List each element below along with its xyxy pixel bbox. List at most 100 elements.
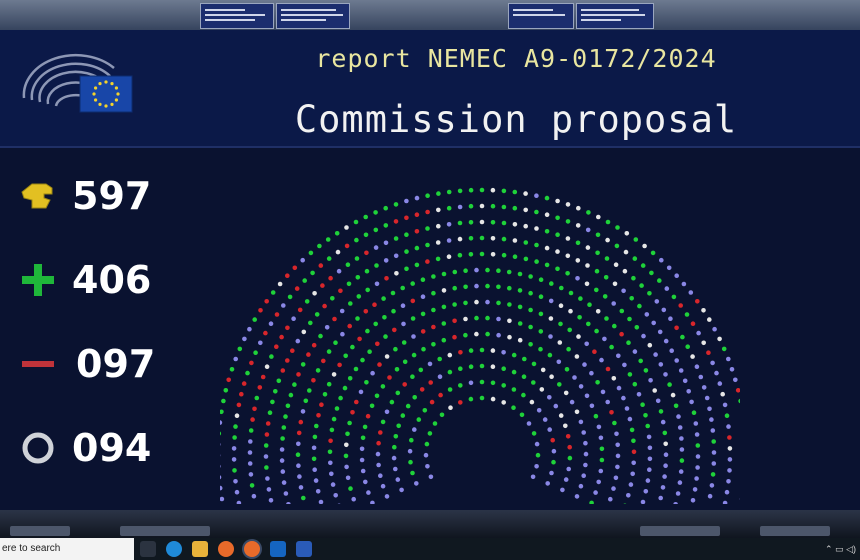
seat-dot xyxy=(329,427,335,433)
seat-dot xyxy=(694,432,700,437)
seat-dot xyxy=(528,307,533,313)
seat-dot xyxy=(695,299,700,304)
seat-dot xyxy=(436,207,441,213)
seat-dot xyxy=(673,502,678,504)
seat-dot xyxy=(383,240,389,246)
seat-dot xyxy=(555,198,560,204)
seat-dot xyxy=(333,340,338,345)
seat-dot xyxy=(501,220,507,226)
seat-dot xyxy=(447,387,453,392)
seat-dot xyxy=(598,435,604,441)
seat-dot xyxy=(220,420,223,425)
seat-dot xyxy=(357,336,362,342)
seat-dot xyxy=(468,203,474,209)
voting-hand-icon xyxy=(21,183,53,209)
seat-dot xyxy=(420,277,426,282)
seat-dot xyxy=(296,372,301,377)
edge-browser-icon[interactable] xyxy=(166,541,182,557)
seat-dot xyxy=(370,370,375,376)
seat-dot xyxy=(463,332,468,338)
seat-dot xyxy=(331,372,337,377)
seat-dot xyxy=(490,252,496,257)
votes-abstain-row: 094 xyxy=(14,422,194,482)
seat-dot xyxy=(468,252,474,257)
seat-dot xyxy=(373,245,379,250)
seat-dot xyxy=(457,188,463,194)
seat-dot xyxy=(315,368,321,373)
seat-dot xyxy=(384,276,389,281)
word-icon[interactable] xyxy=(296,541,312,557)
seat-dot xyxy=(412,395,417,400)
system-tray[interactable]: ⌃ ▭ ◁) xyxy=(825,538,856,560)
seat-dot xyxy=(627,416,633,422)
seat-dot xyxy=(572,375,577,380)
seat-dot xyxy=(274,344,279,349)
seat-dot xyxy=(402,359,408,365)
seat-dot xyxy=(608,496,613,502)
seat-dot xyxy=(381,296,386,301)
file-explorer-icon[interactable] xyxy=(192,541,208,557)
seat-dot xyxy=(663,372,668,377)
seat-dot xyxy=(414,229,420,234)
seat-dot xyxy=(501,366,507,371)
seat-dot xyxy=(326,349,332,354)
seat-dot xyxy=(663,452,669,458)
seat-dot xyxy=(378,473,383,479)
seat-dot xyxy=(501,252,507,258)
seat-dot xyxy=(404,232,409,237)
seat-dot xyxy=(578,419,584,425)
outlook-icon[interactable] xyxy=(270,541,286,557)
seat-dot xyxy=(457,236,463,242)
seat-dot xyxy=(485,299,490,305)
seat-dot xyxy=(669,348,674,353)
seat-dot xyxy=(645,478,651,483)
seat-dot xyxy=(701,340,706,346)
seat-dot xyxy=(534,226,539,231)
seat-dot xyxy=(670,392,676,398)
seat-dot xyxy=(609,344,614,350)
seat-dot xyxy=(611,301,616,306)
seat-dot xyxy=(270,290,276,295)
seat-dot xyxy=(351,496,356,502)
seat-dot xyxy=(678,303,683,308)
seat-dot xyxy=(422,408,428,413)
seat-dot xyxy=(301,329,307,335)
seat-dot xyxy=(292,382,297,387)
seat-dot xyxy=(344,464,349,470)
seat-dot xyxy=(396,423,401,429)
seat-dot xyxy=(295,338,301,344)
seat-dot xyxy=(511,387,517,392)
seat-dot xyxy=(681,281,687,287)
seat-dot xyxy=(578,483,584,489)
seat-dot xyxy=(600,389,606,395)
seat-dot xyxy=(578,296,583,301)
seat-dot xyxy=(404,215,409,221)
seat-dot xyxy=(634,325,640,330)
seat-dot xyxy=(427,361,433,367)
seat-dot xyxy=(686,389,691,394)
firefox-active-icon[interactable] xyxy=(244,541,260,557)
seat-dot xyxy=(584,281,590,287)
seat-dot xyxy=(308,320,313,326)
task-view-icon[interactable] xyxy=(140,541,156,557)
seat-dot xyxy=(468,364,474,369)
seat-dot xyxy=(322,392,328,397)
seat-dot xyxy=(354,399,359,405)
seat-dot xyxy=(280,368,286,373)
seat-dot xyxy=(549,470,554,476)
seat-dot xyxy=(722,500,728,504)
seat-dot xyxy=(431,342,436,347)
seat-dot xyxy=(233,479,238,484)
seat-dot xyxy=(378,430,383,435)
firefox-icon[interactable] xyxy=(218,541,234,557)
seat-dot xyxy=(490,220,496,225)
seat-dot xyxy=(534,259,539,264)
seat-dot xyxy=(628,482,634,487)
seat-dot xyxy=(565,236,571,241)
seat-dot xyxy=(233,424,238,429)
seat-dot xyxy=(393,466,398,472)
taskbar-search-box[interactable]: ere to search xyxy=(0,538,134,560)
seat-dot xyxy=(593,413,599,419)
seat-dot xyxy=(490,203,496,209)
seat-dot xyxy=(679,458,685,463)
